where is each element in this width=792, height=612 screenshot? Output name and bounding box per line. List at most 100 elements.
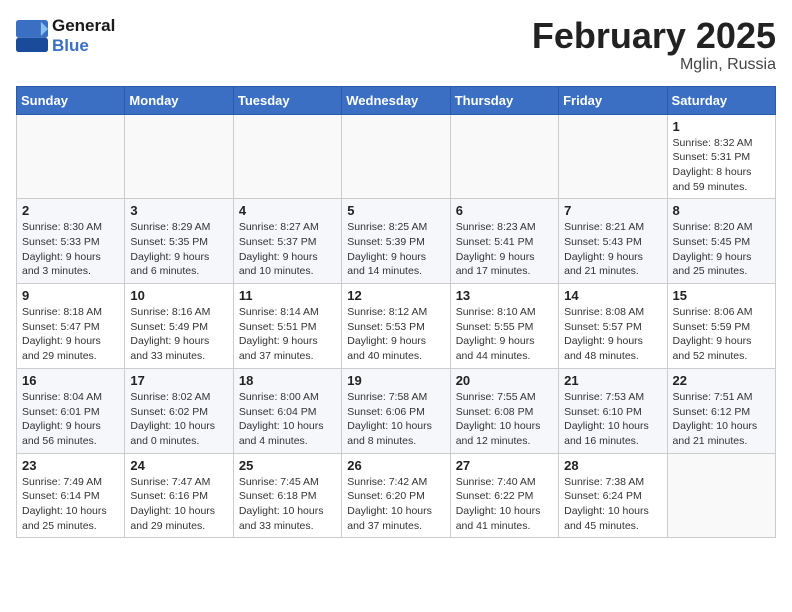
calendar-cell: [559, 114, 667, 199]
day-info: Sunrise: 8:18 AM Sunset: 5:47 PM Dayligh…: [22, 305, 119, 364]
day-info: Sunrise: 7:47 AM Sunset: 6:16 PM Dayligh…: [130, 475, 227, 534]
logo-text: General Blue: [52, 16, 115, 56]
day-number: 2: [22, 203, 119, 218]
day-info: Sunrise: 8:30 AM Sunset: 5:33 PM Dayligh…: [22, 220, 119, 279]
day-number: 15: [673, 288, 770, 303]
calendar-cell: 28Sunrise: 7:38 AM Sunset: 6:24 PM Dayli…: [559, 453, 667, 538]
logo: General Blue: [16, 16, 115, 56]
weekday-header-sunday: Sunday: [17, 86, 125, 114]
calendar-cell: 12Sunrise: 8:12 AM Sunset: 5:53 PM Dayli…: [342, 284, 450, 369]
calendar-cell: [233, 114, 341, 199]
day-number: 24: [130, 458, 227, 473]
calendar-cell: 17 Sunrise: 8:02 AM Sunset: 6:02 PM Dayli…: [125, 368, 233, 453]
weekday-header-row: SundayMondayTuesdayWednesdayThursdayFrid…: [17, 86, 776, 114]
day-number: 14: [564, 288, 661, 303]
calendar-cell: 26 Sunrise: 7:42 AM Sunset: 6:20 PM Dayli…: [342, 453, 450, 538]
day-info: Sunrise: 8:06 AM Sunset: 5:59 PM Dayligh…: [673, 305, 770, 364]
calendar-cell: 16Sunrise: 8:04 AM Sunset: 6:01 PM Dayli…: [17, 368, 125, 453]
day-number: 16: [22, 373, 119, 388]
calendar-cell: 4 Sunrise: 8:27 AM Sunset: 5:37 PM Daylig…: [233, 199, 341, 284]
calendar-cell: 24 Sunrise: 7:47 AM Sunset: 6:16 PM Dayli…: [125, 453, 233, 538]
weekday-header-monday: Monday: [125, 86, 233, 114]
calendar-cell: [342, 114, 450, 199]
day-info: Sunrise: 7:42 AM Sunset: 6:20 PM Dayligh…: [347, 475, 444, 534]
day-number: 13: [456, 288, 553, 303]
day-number: 1: [673, 119, 770, 134]
day-number: 23: [22, 458, 119, 473]
calendar-table: SundayMondayTuesdayWednesdayThursdayFrid…: [16, 86, 776, 539]
day-info: Sunrise: 8:10 AM Sunset: 5:55 PM Dayligh…: [456, 305, 553, 364]
day-info: Sunrise: 7:53 AM Sunset: 6:10 PM Dayligh…: [564, 390, 661, 449]
weekday-header-tuesday: Tuesday: [233, 86, 341, 114]
day-number: 25: [239, 458, 336, 473]
calendar-cell: 13 Sunrise: 8:10 AM Sunset: 5:55 PM Dayli…: [450, 284, 558, 369]
calendar-cell: 20 Sunrise: 7:55 AM Sunset: 6:08 PM Dayli…: [450, 368, 558, 453]
day-number: 19: [347, 373, 444, 388]
calendar-week-5: 23 Sunrise: 7:49 AM Sunset: 6:14 PM Dayli…: [17, 453, 776, 538]
calendar-cell: [125, 114, 233, 199]
calendar-cell: 9 Sunrise: 8:18 AM Sunset: 5:47 PM Daylig…: [17, 284, 125, 369]
calendar-cell: 27 Sunrise: 7:40 AM Sunset: 6:22 PM Dayli…: [450, 453, 558, 538]
calendar-cell: 21 Sunrise: 7:53 AM Sunset: 6:10 PM Dayli…: [559, 368, 667, 453]
weekday-header-thursday: Thursday: [450, 86, 558, 114]
calendar-cell: 6 Sunrise: 8:23 AM Sunset: 5:41 PM Daylig…: [450, 199, 558, 284]
day-info: Sunrise: 8:23 AM Sunset: 5:41 PM Dayligh…: [456, 220, 553, 279]
weekday-header-friday: Friday: [559, 86, 667, 114]
day-number: 4: [239, 203, 336, 218]
calendar-subtitle: Mglin, Russia: [532, 56, 776, 74]
day-info: Sunrise: 8:21 AM Sunset: 5:43 PM Dayligh…: [564, 220, 661, 279]
calendar-cell: 10Sunrise: 8:16 AM Sunset: 5:49 PM Dayli…: [125, 284, 233, 369]
day-number: 3: [130, 203, 227, 218]
calendar-cell: 23 Sunrise: 7:49 AM Sunset: 6:14 PM Dayli…: [17, 453, 125, 538]
day-info: Sunrise: 8:29 AM Sunset: 5:35 PM Dayligh…: [130, 220, 227, 279]
day-info: Sunrise: 8:00 AM Sunset: 6:04 PM Dayligh…: [239, 390, 336, 449]
calendar-cell: 1 Sunrise: 8:32 AM Sunset: 5:31 PM Daylig…: [667, 114, 775, 199]
day-info: Sunrise: 7:49 AM Sunset: 6:14 PM Dayligh…: [22, 475, 119, 534]
day-number: 20: [456, 373, 553, 388]
day-number: 6: [456, 203, 553, 218]
logo-icon: [16, 20, 48, 52]
day-info: Sunrise: 8:12 AM Sunset: 5:53 PM Dayligh…: [347, 305, 444, 364]
day-number: 5: [347, 203, 444, 218]
calendar-cell: 3 Sunrise: 8:29 AM Sunset: 5:35 PM Daylig…: [125, 199, 233, 284]
day-number: 9: [22, 288, 119, 303]
calendar-week-3: 9 Sunrise: 8:18 AM Sunset: 5:47 PM Daylig…: [17, 284, 776, 369]
calendar-cell: [17, 114, 125, 199]
day-info: Sunrise: 8:27 AM Sunset: 5:37 PM Dayligh…: [239, 220, 336, 279]
calendar-cell: 19 Sunrise: 7:58 AM Sunset: 6:06 PM Dayli…: [342, 368, 450, 453]
day-info: Sunrise: 8:14 AM Sunset: 5:51 PM Dayligh…: [239, 305, 336, 364]
day-info: Sunrise: 7:55 AM Sunset: 6:08 PM Dayligh…: [456, 390, 553, 449]
day-number: 10: [130, 288, 227, 303]
day-number: 11: [239, 288, 336, 303]
day-info: Sunrise: 8:25 AM Sunset: 5:39 PM Dayligh…: [347, 220, 444, 279]
calendar-title-block: February 2025 Mglin, Russia: [532, 16, 776, 74]
calendar-cell: 5 Sunrise: 8:25 AM Sunset: 5:39 PM Daylig…: [342, 199, 450, 284]
day-info: Sunrise: 7:45 AM Sunset: 6:18 PM Dayligh…: [239, 475, 336, 534]
calendar-cell: [450, 114, 558, 199]
calendar-cell: 18 Sunrise: 8:00 AM Sunset: 6:04 PM Dayli…: [233, 368, 341, 453]
calendar-cell: 15 Sunrise: 8:06 AM Sunset: 5:59 PM Dayli…: [667, 284, 775, 369]
calendar-cell: 11 Sunrise: 8:14 AM Sunset: 5:51 PM Dayli…: [233, 284, 341, 369]
day-number: 21: [564, 373, 661, 388]
calendar-cell: [667, 453, 775, 538]
day-number: 17: [130, 373, 227, 388]
day-info: Sunrise: 8:08 AM Sunset: 5:57 PM Dayligh…: [564, 305, 661, 364]
day-info: Sunrise: 8:20 AM Sunset: 5:45 PM Dayligh…: [673, 220, 770, 279]
day-info: Sunrise: 8:02 AM Sunset: 6:02 PM Dayligh…: [130, 390, 227, 449]
calendar-cell: 25 Sunrise: 7:45 AM Sunset: 6:18 PM Dayli…: [233, 453, 341, 538]
calendar-cell: 7Sunrise: 8:21 AM Sunset: 5:43 PM Daylig…: [559, 199, 667, 284]
day-info: Sunrise: 8:32 AM Sunset: 5:31 PM Dayligh…: [673, 136, 770, 195]
calendar-title: February 2025: [532, 16, 776, 56]
weekday-header-wednesday: Wednesday: [342, 86, 450, 114]
day-number: 26: [347, 458, 444, 473]
weekday-header-saturday: Saturday: [667, 86, 775, 114]
calendar-week-4: 16Sunrise: 8:04 AM Sunset: 6:01 PM Dayli…: [17, 368, 776, 453]
calendar-week-1: 1 Sunrise: 8:32 AM Sunset: 5:31 PM Daylig…: [17, 114, 776, 199]
page-header: General Blue February 2025 Mglin, Russia: [16, 16, 776, 74]
day-info: Sunrise: 7:40 AM Sunset: 6:22 PM Dayligh…: [456, 475, 553, 534]
day-info: Sunrise: 7:58 AM Sunset: 6:06 PM Dayligh…: [347, 390, 444, 449]
calendar-cell: 2 Sunrise: 8:30 AM Sunset: 5:33 PM Daylig…: [17, 199, 125, 284]
day-number: 27: [456, 458, 553, 473]
day-number: 22: [673, 373, 770, 388]
day-number: 18: [239, 373, 336, 388]
